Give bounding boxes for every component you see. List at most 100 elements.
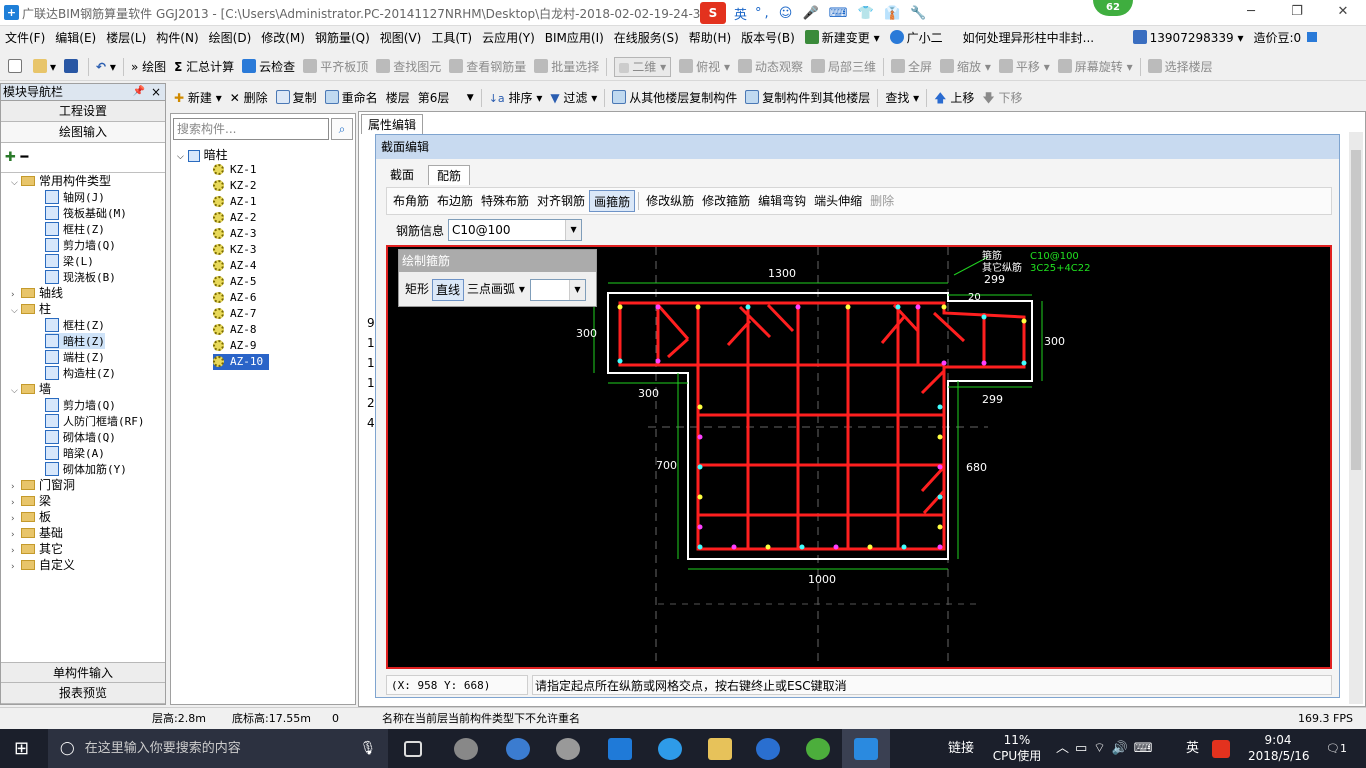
edit-hook-button[interactable]: 编辑弯钩 — [754, 190, 810, 212]
nav-tree-item[interactable]: › 其它 — [11, 541, 63, 557]
menu-question-link[interactable]: 如何处理异形柱中非封... — [958, 27, 1128, 49]
nav-tree-item[interactable]: 梁(L) — [45, 253, 94, 269]
nav-tree-item[interactable]: › 基础 — [11, 525, 63, 541]
network-icon[interactable]: ⌔ — [1093, 741, 1111, 756]
rectangle-option[interactable]: 矩形 — [402, 279, 432, 301]
cpu-meter[interactable]: 11% CPU使用 — [992, 729, 1042, 768]
microphone-icon[interactable]: 🎙 — [359, 729, 376, 768]
component-list-item[interactable]: AZ-7 — [213, 306, 269, 322]
nav-tree-item[interactable]: 人防门框墙(RF) — [45, 413, 145, 429]
chevron-down-icon[interactable]: ⌵ — [177, 152, 184, 162]
open-button[interactable]: ▾ — [29, 55, 60, 79]
menu-draw[interactable]: 绘图(D) — [204, 27, 257, 49]
expand-all-icon[interactable]: ✚ — [5, 150, 16, 165]
single-component-input-button[interactable]: 单构件输入 — [1, 662, 165, 683]
fengshu-icon[interactable] — [556, 738, 580, 760]
menu-version[interactable]: 版本号(B) — [736, 27, 800, 49]
draw-button[interactable]: » 绘图 — [127, 55, 170, 79]
filter-button[interactable]: ▼ 过滤 ▾ — [546, 86, 601, 110]
expand-collapse-icons[interactable]: ✚ ━ — [5, 150, 28, 165]
dropdown-arrow-icon[interactable]: ▼ — [565, 220, 582, 240]
nav-tree-item[interactable]: ⌵ 柱 — [11, 301, 51, 317]
nav-tree-item[interactable]: › 门窗洞 — [11, 477, 75, 493]
modify-stirrup-button[interactable]: 修改箍筋 — [698, 190, 754, 212]
menu-new-change[interactable]: 新建变更 ▾ — [800, 27, 885, 49]
dynamic-view-button[interactable]: 动态观察 — [734, 55, 807, 79]
dimension-select[interactable]: 二维 ▾ — [614, 56, 672, 77]
sogou-icon[interactable]: S — [700, 2, 726, 24]
pin-icon[interactable]: 📌 — [133, 84, 145, 100]
sogou-tray-icon[interactable] — [1212, 740, 1230, 758]
menu-view[interactable]: 视图(V) — [375, 27, 427, 49]
active-app-button[interactable] — [842, 729, 890, 768]
clock[interactable]: 9:04 2018/5/16 — [1248, 729, 1310, 768]
ime-mode[interactable]: 英 — [734, 4, 747, 23]
menu-floor[interactable]: 楼层(L) — [101, 27, 151, 49]
top-view-button[interactable]: 俯视 ▾ — [675, 55, 734, 79]
keyboard-icon[interactable]: ⌨ — [1134, 741, 1159, 756]
component-list-item[interactable]: AZ-6 — [213, 290, 269, 306]
save-button[interactable] — [60, 55, 85, 79]
component-list-item[interactable]: KZ-3 — [213, 242, 269, 258]
undo-button[interactable]: ↶ ▾ — [92, 55, 120, 79]
drawing-input-button[interactable]: 绘图输入 — [1, 122, 165, 143]
screen-rotate-button[interactable]: 屏幕旋转 ▾ — [1054, 55, 1137, 79]
tab-section[interactable]: 截面 — [382, 165, 422, 185]
menu-tools[interactable]: 工具(T) — [426, 27, 477, 49]
green-app-icon[interactable] — [806, 738, 830, 760]
modify-longitudinal-button[interactable]: 修改纵筋 — [642, 190, 698, 212]
nav-tree-item[interactable]: 剪力墙(Q) — [45, 237, 116, 253]
restore-button[interactable]: ❐ — [1274, 0, 1320, 26]
ie-alt-icon[interactable] — [658, 738, 682, 760]
select-floor-button[interactable]: 选择楼层 — [1144, 55, 1217, 79]
component-search-input[interactable]: 搜索构件... — [173, 118, 329, 140]
menu-edit[interactable]: 编辑(E) — [50, 27, 101, 49]
component-list-item[interactable]: AZ-8 — [213, 322, 269, 338]
component-list-item[interactable]: AZ-4 — [213, 258, 269, 274]
new-file-button[interactable] — [4, 55, 29, 79]
tab-reinforcement[interactable]: 配筋 — [428, 165, 471, 185]
taskbar-search-box[interactable]: ◯ 在这里输入你要搜索的内容 🎙 — [48, 729, 388, 768]
new-component-button[interactable]: ✚ 新建 ▾ — [170, 86, 226, 110]
nav-tree-item[interactable]: 暗梁(A) — [45, 445, 105, 461]
sum-calc-button[interactable]: Σ 汇总计算 — [170, 55, 238, 79]
cloud-check-button[interactable]: 云检查 — [238, 55, 299, 79]
fan-app-icon[interactable] — [454, 738, 478, 760]
nav-tree-item[interactable]: 暗柱(Z) — [45, 333, 105, 349]
section-drawing[interactable]: 1300 300 300 700 1000 299 300 299 680 20… — [388, 247, 1330, 667]
action-center[interactable]: 🗨1 — [1326, 729, 1347, 768]
cad-canvas[interactable]: 1300 300 300 700 1000 299 300 299 680 20… — [386, 245, 1332, 669]
menu-online[interactable]: 在线服务(S) — [609, 27, 684, 49]
menu-cloud[interactable]: 云应用(Y) — [477, 27, 540, 49]
view-rebar-button[interactable]: 查看钢筋量 — [445, 55, 530, 79]
menu-beans[interactable]: 造价豆:0 — [1248, 27, 1322, 49]
search-icon[interactable]: ⌕ — [331, 118, 353, 140]
copy-component-button[interactable]: 复制 — [272, 86, 321, 110]
component-list-item[interactable]: AZ-1 — [213, 194, 269, 210]
pan-button[interactable]: 平移 ▾ — [995, 55, 1054, 79]
menu-bim[interactable]: BIM应用(I) — [540, 27, 609, 49]
component-list-item[interactable]: AZ-10 — [213, 354, 269, 370]
component-list-item[interactable]: AZ-9 — [213, 338, 269, 354]
batch-select-button[interactable]: 批量选择 — [530, 55, 603, 79]
ie-icon[interactable] — [608, 738, 632, 760]
dropdown-arrow-icon[interactable]: ▼ — [568, 280, 585, 300]
nav-tree-item[interactable]: 砌体墙(Q) — [45, 429, 116, 445]
edge-icon[interactable] — [506, 738, 530, 760]
scrollbar-thumb[interactable] — [1351, 150, 1361, 470]
nav-tree-item[interactable]: 端柱(Z) — [45, 349, 105, 365]
rename-button[interactable]: 重命名 — [321, 86, 382, 110]
copy-from-floor-button[interactable]: 从其他楼层复制构件 — [608, 86, 741, 110]
nav-tree-item[interactable]: 框柱(Z) — [45, 317, 105, 333]
tray-icons[interactable]: ︿▭⌔🔊⌨ — [1056, 729, 1159, 768]
find-button[interactable]: 查找 ▾ — [881, 86, 923, 110]
nav-tree-item[interactable]: 筏板基础(M) — [45, 205, 127, 221]
full-screen-button[interactable]: 全屏 — [887, 55, 936, 79]
zoom-button[interactable]: 缩放 ▾ — [936, 55, 995, 79]
nav-tree-item[interactable]: 砌体加筋(Y) — [45, 461, 127, 477]
component-list-item[interactable]: KZ-2 — [213, 178, 269, 194]
nav-tree-item[interactable]: 现浇板(B) — [45, 269, 116, 285]
three-point-arc-option[interactable]: 三点画弧 ▾ — [464, 279, 528, 301]
align-rebar-button[interactable]: 对齐钢筋 — [533, 190, 589, 212]
menu-modify[interactable]: 修改(M) — [256, 27, 310, 49]
